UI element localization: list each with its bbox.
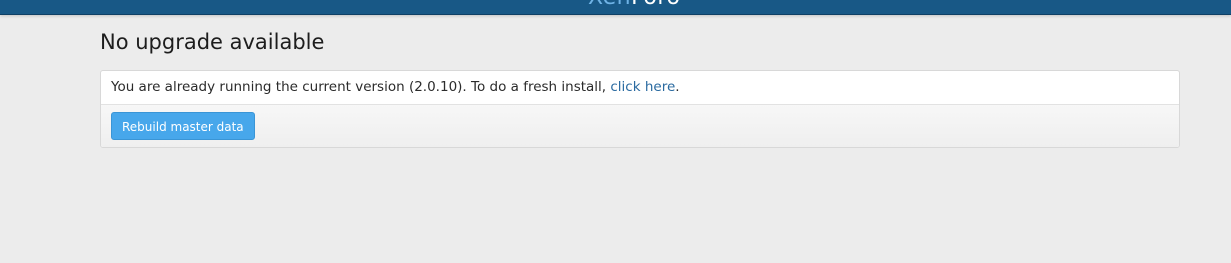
upgrade-status-block: You are already running the current vers… <box>100 70 1180 148</box>
logo-text-part1: Xen <box>588 0 631 10</box>
page-title: No upgrade available <box>100 30 325 54</box>
upgrade-message-suffix: . <box>675 79 680 95</box>
logo-text-part2: Foro <box>631 0 680 10</box>
block-footer: Rebuild master data <box>101 105 1179 147</box>
fresh-install-link[interactable]: click here <box>610 79 675 95</box>
upgrade-message-text: You are already running the current vers… <box>111 79 611 95</box>
rebuild-master-data-button[interactable]: Rebuild master data <box>111 112 255 140</box>
upgrade-message-row: You are already running the current vers… <box>101 71 1179 105</box>
xenforo-logo[interactable]: XenForo <box>588 0 680 9</box>
top-header-bar: XenForo <box>0 0 1231 15</box>
